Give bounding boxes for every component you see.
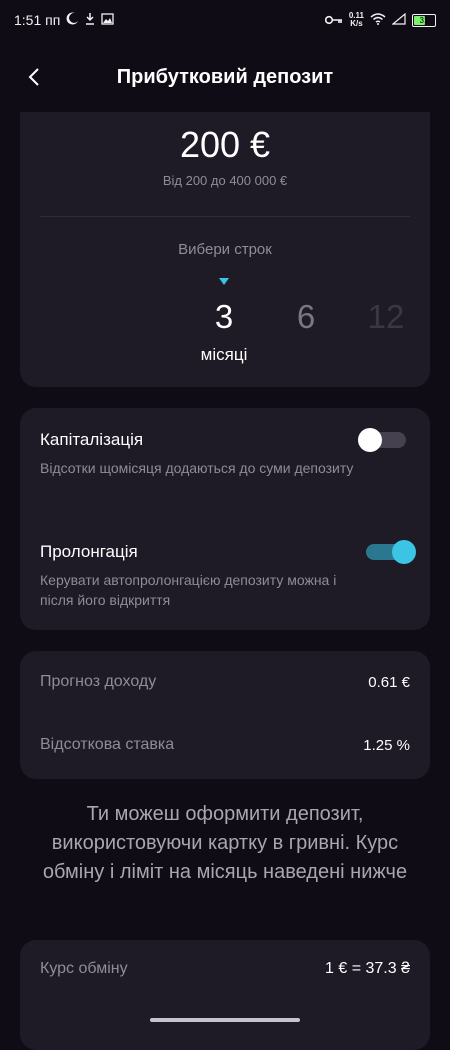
status-left: 1:51 пп [14,12,114,28]
exchange-label: Курс обміну [40,960,128,977]
prolongation-toggle[interactable] [366,540,416,564]
term-label: Вибери строк [178,241,272,258]
toggle-knob [358,428,382,452]
gallery-icon [101,12,114,28]
download-icon [85,12,95,28]
chevron-left-icon [28,68,39,86]
rate-row: Відсоткова ставка 1.25 % [40,736,410,754]
forecast-value: 0.61 € [368,673,410,691]
term-option-6[interactable]: 6 [276,298,336,336]
forecast-row: Прогноз доходу 0.61 € [40,673,410,691]
capitalization-toggle[interactable] [358,428,406,452]
deposit-amount-card: 200 € Від 200 до 400 000 € Вибери строк … [20,112,430,387]
deposit-info-card: Прогноз доходу 0.61 € Відсоткова ставка … [20,651,430,779]
deposit-options-card: Капіталізація Відсотки щомісяця додаютьс… [20,408,430,630]
signal-icon [391,12,406,28]
exchange-rate-card: Курс обміну 1 € = 37.3 ₴ [20,940,430,1050]
exchange-row: Курс обміну 1 € = 37.3 ₴ [40,960,410,978]
network-speed-unit: K/s [350,19,363,28]
wifi-icon [370,12,386,28]
deposit-range: Від 200 до 400 000 € [162,173,288,188]
header: Прибутковий депозит [0,55,450,99]
term-selected-marker-icon [219,278,229,285]
prolongation-title: Пролонгація [40,542,138,561]
prolongation-description: Керувати автопролонгацією депозиту можна… [40,572,337,608]
status-right: 0.11 K/s 31 [324,12,436,28]
battery-level: 31 [419,15,429,25]
status-bar: 1:51 пп 0.11 K/s 31 [0,0,450,40]
network-speed: 0.11 K/s [349,12,364,28]
moon-icon [66,12,79,28]
capitalization-description: Відсотки щомісяця додаються до суми депо… [40,460,354,476]
rate-value: 1.25 % [363,736,410,754]
home-indicator[interactable] [150,1018,300,1022]
deposit-amount[interactable]: 200 € [20,124,430,166]
battery-icon: 31 [412,13,436,27]
term-option-3[interactable]: 3 [194,298,254,336]
back-button[interactable] [18,61,50,93]
divider [40,216,410,217]
uah-card-notice: Ти можеш оформити депозит, використовуюч… [42,803,408,883]
key-icon [324,12,343,28]
term-unit: місяці [200,345,248,364]
page-title: Прибутковий депозит [116,65,334,88]
exchange-value: 1 € = 37.3 ₴ [325,960,410,977]
rate-label: Відсоткова ставка [40,736,175,753]
status-time: 1:51 пп [14,12,61,28]
term-option-12[interactable]: 12 [356,298,416,336]
forecast-label: Прогноз доходу [40,673,157,690]
capitalization-title: Капіталізація [40,430,144,449]
toggle-knob [392,540,416,564]
